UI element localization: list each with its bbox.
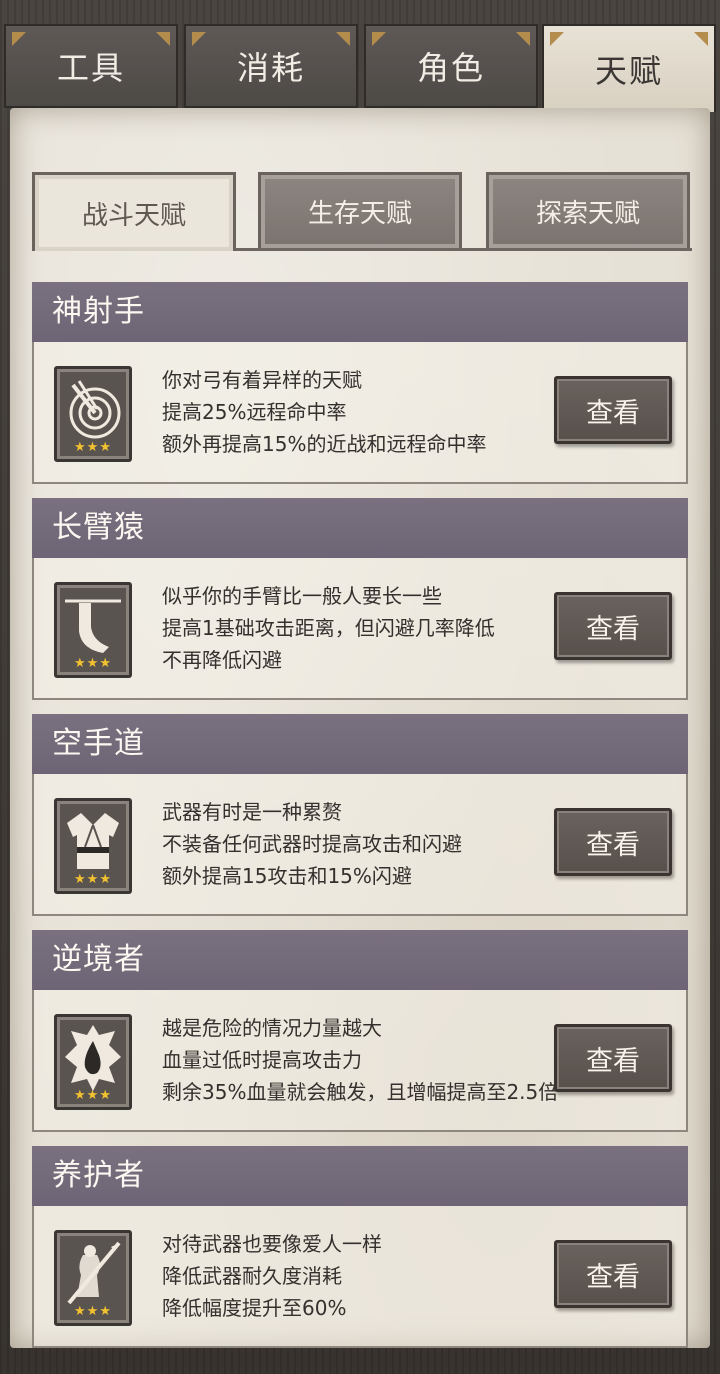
- talent-card: 长臂猿 ★★★ 似乎你的手臂比一般人要长一些 提高1基础攻击距离，但闪避几率降低…: [32, 498, 688, 702]
- subtab-survival-talents[interactable]: 生存天赋: [258, 172, 462, 248]
- desc-line: 提高25%远程命中率: [162, 400, 347, 424]
- talent-body: ★★★ 对待武器也要像爱人一样 降低武器耐久度消耗 降低幅度提升至60% 查看: [32, 1206, 688, 1348]
- tab-label: 角色: [416, 49, 485, 87]
- rating-stars: ★★★: [74, 1088, 112, 1103]
- view-button-label: 查看: [586, 1261, 640, 1293]
- talent-description: 你对弓有着异样的天赋 提高25%远程命中率 额外再提高15%的近战和远程命中率: [162, 364, 562, 460]
- view-button-label: 查看: [586, 397, 640, 429]
- subtab-exploration-talents[interactable]: 探索天赋: [486, 172, 690, 248]
- subtab-label: 探索天赋: [535, 199, 640, 229]
- desc-line: 越是危险的情况力量越大: [162, 1016, 382, 1040]
- talent-card: 逆境者 ★★★ 越是危险的情况力量越大 血量过低时提高攻击力 剩余35%血量就会…: [32, 930, 688, 1134]
- tab-character[interactable]: 角色: [364, 24, 538, 108]
- talent-description: 武器有时是一种累赘 不装备任何武器时提高攻击和闪避 额外提高15攻击和15%闪避: [162, 796, 562, 892]
- talent-card: 空手道 ★★★ 武器有时是一种累赘 不装备任何武器时提高攻击和闪避 额外提高15…: [32, 714, 688, 918]
- tab-tools[interactable]: 工具: [4, 24, 178, 108]
- view-button-label: 查看: [586, 613, 640, 645]
- rating-stars: ★★★: [74, 656, 112, 671]
- view-button[interactable]: 查看: [554, 808, 672, 876]
- rating-stars: ★★★: [74, 872, 112, 887]
- desc-line: 你对弓有着异样的天赋: [162, 368, 362, 392]
- sub-tab-bar: 战斗天赋 生存天赋 探索天赋: [32, 172, 692, 251]
- desc-line: 降低幅度提升至60%: [162, 1296, 347, 1320]
- rating-stars: ★★★: [74, 1304, 112, 1319]
- weapon-care-icon: ★★★: [54, 1230, 132, 1326]
- desc-line: 提高1基础攻击距离，但闪避几率降低: [162, 616, 495, 640]
- desc-line: 武器有时是一种累赘: [162, 800, 342, 824]
- view-button[interactable]: 查看: [554, 1240, 672, 1308]
- corner-ornament-icon: [372, 32, 386, 46]
- desc-line: 不再降低闪避: [162, 648, 282, 672]
- archery-target-icon: ★★★: [54, 366, 132, 462]
- tab-label: 工具: [56, 49, 125, 87]
- talent-name: 逆境者: [32, 930, 688, 990]
- subtab-label: 生存天赋: [307, 199, 412, 229]
- corner-ornament-icon: [192, 32, 206, 46]
- tab-consumables[interactable]: 消耗: [184, 24, 358, 108]
- subtab-label: 战斗天赋: [81, 200, 186, 231]
- desc-line: 额外提高15攻击和15%闪避: [162, 864, 412, 888]
- desc-line: 剩余35%血量就会触发，且增幅提高至2.5倍: [162, 1080, 559, 1104]
- talent-description: 似乎你的手臂比一般人要长一些 提高1基础攻击距离，但闪避几率降低 不再降低闪避: [162, 580, 562, 676]
- long-arm-icon: ★★★: [54, 582, 132, 678]
- rating-stars: ★★★: [74, 440, 112, 455]
- tab-label: 消耗: [236, 49, 305, 87]
- view-button[interactable]: 查看: [554, 376, 672, 444]
- talent-body: ★★★ 你对弓有着异样的天赋 提高25%远程命中率 额外再提高15%的近战和远程…: [32, 342, 688, 484]
- blood-drop-icon: ★★★: [54, 1014, 132, 1110]
- desc-line: 额外再提高15%的近战和远程命中率: [162, 432, 487, 456]
- desc-line: 不装备任何武器时提高攻击和闪避: [162, 832, 462, 856]
- karate-gi-icon: ★★★: [54, 798, 132, 894]
- corner-ornament-icon: [156, 32, 170, 46]
- top-tab-bar: 工具 消耗 角色 天赋: [0, 0, 720, 112]
- view-button[interactable]: 查看: [554, 592, 672, 660]
- desc-line: 血量过低时提高攻击力: [162, 1048, 362, 1072]
- view-button[interactable]: 查看: [554, 1024, 672, 1092]
- tab-talents[interactable]: 天赋: [542, 24, 716, 112]
- talent-body: ★★★ 越是危险的情况力量越大 血量过低时提高攻击力 剩余35%血量就会触发，且…: [32, 990, 688, 1132]
- talent-name: 空手道: [32, 714, 688, 774]
- corner-ornament-icon: [12, 32, 26, 46]
- talent-description: 越是危险的情况力量越大 血量过低时提高攻击力 剩余35%血量就会触发，且增幅提高…: [162, 1012, 562, 1108]
- view-button-label: 查看: [586, 1045, 640, 1077]
- desc-line: 降低武器耐久度消耗: [162, 1264, 342, 1288]
- talent-body: ★★★ 武器有时是一种累赘 不装备任何武器时提高攻击和闪避 额外提高15攻击和1…: [32, 774, 688, 916]
- talent-name: 神射手: [32, 282, 688, 342]
- desc-line: 似乎你的手臂比一般人要长一些: [162, 584, 442, 608]
- talent-name: 养护者: [32, 1146, 688, 1206]
- corner-ornament-icon: [694, 32, 708, 46]
- talent-panel: 战斗天赋 生存天赋 探索天赋 神射手 ★★★ 你对弓有着异样的天赋 提高25%远…: [10, 108, 710, 1348]
- talent-card: 养护者 ★★★ 对待武器也要像爱人一样 降低武器耐久度消耗 降低幅度提升至60%: [32, 1146, 688, 1350]
- corner-ornament-icon: [336, 32, 350, 46]
- talent-name: 长臂猿: [32, 498, 688, 558]
- corner-ornament-icon: [550, 32, 564, 46]
- corner-ornament-icon: [516, 32, 530, 46]
- talent-description: 对待武器也要像爱人一样 降低武器耐久度消耗 降低幅度提升至60%: [162, 1228, 562, 1324]
- talent-card: 神射手 ★★★ 你对弓有着异样的天赋 提高25%远程命中率 额外再提高15%的近…: [32, 282, 688, 486]
- talent-body: ★★★ 似乎你的手臂比一般人要长一些 提高1基础攻击距离，但闪避几率降低 不再降…: [32, 558, 688, 700]
- view-button-label: 查看: [586, 829, 640, 861]
- subtab-combat-talents[interactable]: 战斗天赋: [32, 172, 236, 251]
- tab-label: 天赋: [594, 52, 663, 90]
- desc-line: 对待武器也要像爱人一样: [162, 1232, 382, 1256]
